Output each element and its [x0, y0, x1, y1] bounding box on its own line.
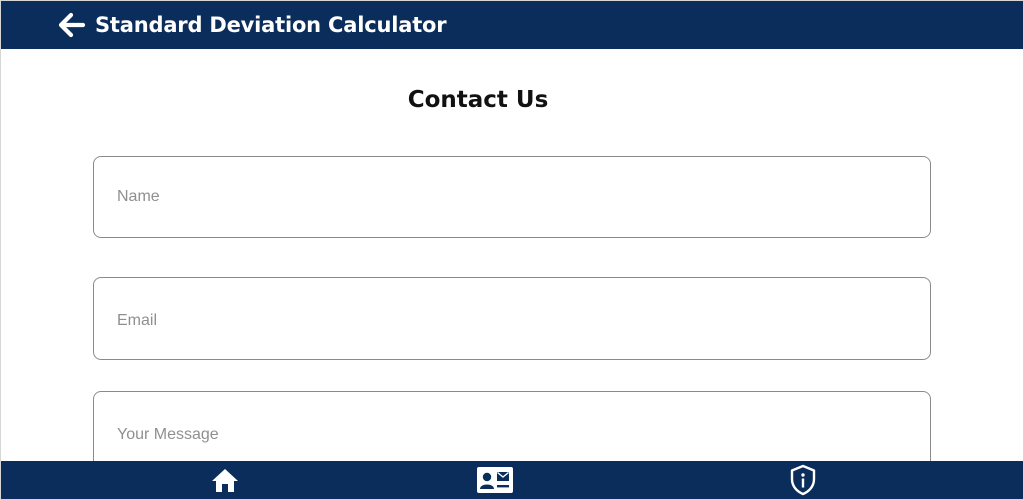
nav-about-button[interactable]: [779, 461, 827, 499]
name-field-container: [93, 156, 931, 238]
page-title: Contact Us: [407, 87, 549, 113]
contact-card-icon: [477, 467, 513, 493]
nav-contact-button[interactable]: [471, 461, 519, 499]
nav-home-button[interactable]: [201, 461, 249, 499]
email-field-container: [93, 277, 931, 364]
back-button[interactable]: [53, 7, 89, 43]
email-input[interactable]: [94, 278, 930, 364]
name-input[interactable]: [94, 157, 930, 237]
app-bar: Standard Deviation Calculator: [1, 1, 1023, 49]
home-icon: [212, 469, 238, 492]
shield-info-icon: [790, 464, 816, 496]
app-window: Standard Deviation Calculator Contact Us: [0, 0, 1024, 500]
bottom-nav: [1, 461, 1023, 499]
arrow-left-icon: [58, 12, 86, 38]
app-title: Standard Deviation Calculator: [95, 13, 447, 37]
